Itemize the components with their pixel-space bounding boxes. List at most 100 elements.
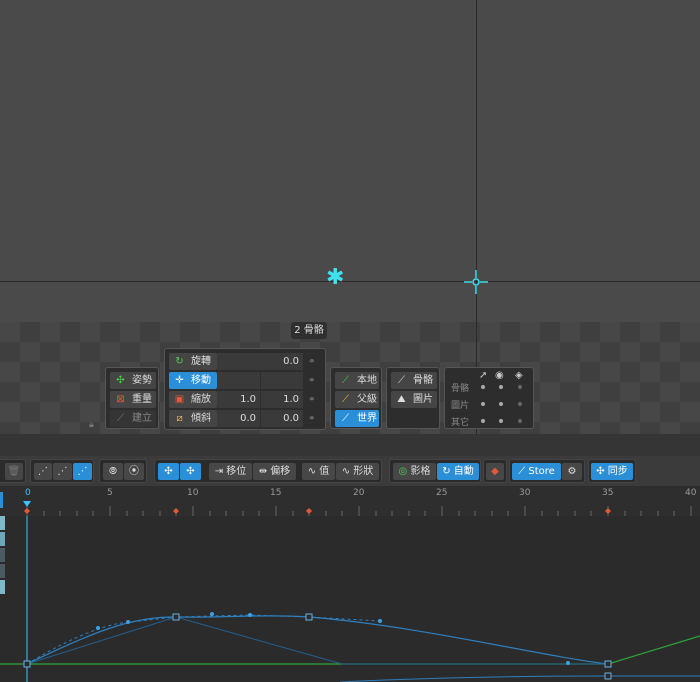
rotate-value-field[interactable]: 0.0 xyxy=(217,353,303,370)
translate-icon: ✛ xyxy=(175,375,184,386)
curve-key xyxy=(604,672,612,680)
world-axes-button[interactable]: ⟋ 世界 xyxy=(335,410,379,427)
select-cursor-icon[interactable]: ➚ xyxy=(479,370,487,381)
blue-curve-bottom xyxy=(339,675,700,682)
rotate-icon: ↻ xyxy=(175,356,184,367)
curve-handle xyxy=(566,661,570,665)
tree-row[interactable] xyxy=(0,564,5,578)
translate-link-icon[interactable]: ⚭ xyxy=(308,376,318,386)
local-axes-button[interactable]: ⟋ 本地 xyxy=(335,372,379,389)
lock-icon[interactable]: 🔒︎ xyxy=(89,420,94,430)
shape-button[interactable]: ∿ 形狀 xyxy=(336,463,379,480)
frame-selected-button[interactable]: ⦿ xyxy=(124,463,144,480)
others-name-toggle[interactable] xyxy=(518,419,522,423)
pose-button[interactable]: ✣ 姿勢 xyxy=(110,372,156,389)
compensate-bones-label: 骨骼 xyxy=(413,375,433,386)
scale-label: 縮放 xyxy=(191,394,211,405)
green-curve xyxy=(0,635,700,665)
visibility-row-images: 圖片 xyxy=(451,401,470,411)
tag-icon[interactable]: ◈ xyxy=(515,370,523,381)
bone-compensate-icon: ⟋ xyxy=(398,375,405,386)
translate-y-field[interactable] xyxy=(261,372,303,389)
shift-button[interactable]: ⇹ 偏移 xyxy=(253,463,296,480)
curve-graph[interactable] xyxy=(0,516,700,682)
ghost-button[interactable]: ◎ 影格 xyxy=(393,463,436,480)
auto-label: 自動 xyxy=(453,466,474,477)
bones-select-toggle[interactable] xyxy=(481,385,485,389)
curve-key xyxy=(305,613,313,621)
store-button[interactable]: ⟋ Store xyxy=(512,463,561,480)
move-handles-button[interactable]: ✣ xyxy=(180,463,201,480)
shear-label: 傾斜 xyxy=(191,413,211,424)
images-visible-toggle[interactable] xyxy=(499,402,503,406)
curve-handle xyxy=(248,613,252,617)
rotate-button[interactable]: ↻ 旋轉 xyxy=(169,353,217,370)
store-settings-button[interactable]: ⚙︎ xyxy=(562,463,582,480)
tangent-linear-button[interactable]: ⋰ xyxy=(34,463,52,480)
local-axes-label: 本地 xyxy=(357,375,377,386)
offset-icon: ⇥ xyxy=(214,466,224,477)
compensate-bones-button[interactable]: ⟋ 骨骼 xyxy=(391,372,437,389)
parent-axes-label: 父級 xyxy=(357,394,377,405)
tree-row[interactable] xyxy=(0,548,5,562)
shear-y-field[interactable]: 0.0 xyxy=(261,410,303,427)
timeline-ruler[interactable]: 0 5 10 15 20 25 30 35 40 xyxy=(0,486,700,516)
shear-link-icon[interactable]: ⚭ xyxy=(308,414,318,424)
create-button[interactable]: ⟋ 建立 xyxy=(110,410,156,427)
parent-axes-button[interactable]: ⟋ 父級 xyxy=(335,391,379,408)
bone-origin-icon[interactable]: ✱ xyxy=(326,267,344,289)
images-name-toggle[interactable] xyxy=(518,402,522,406)
tree-row[interactable] xyxy=(0,580,5,594)
offset-button[interactable]: ⇥ 移位 xyxy=(209,463,252,480)
create-icon: ⟋ xyxy=(117,413,124,424)
root-crosshair-icon[interactable] xyxy=(462,268,490,296)
tangent-bezier-button[interactable]: ⋰ xyxy=(73,463,92,480)
others-visible-toggle[interactable] xyxy=(499,419,503,423)
zoom-group: ⦾ ⦿ xyxy=(99,459,147,483)
curve-handle xyxy=(96,626,100,630)
compensate-images-button[interactable]: ⛰ 圖片 xyxy=(391,391,437,408)
bones-name-toggle[interactable] xyxy=(518,385,522,389)
edit-mode-group: ✣ ✣ ⇥ 移位 ⇹ 偏移 ∿ 值 ∿ 形狀 xyxy=(154,459,382,483)
move-keys-button[interactable]: ✣ xyxy=(158,463,179,480)
tree-sidebar xyxy=(0,516,5,682)
viewport[interactable]: ✱ 2 骨骼 🔒︎ ✣ 姿勢 ⊠ 重量 ⟋ 建立 ↻ 旋轉 0.0 ⚭ ✛ 移動… xyxy=(0,0,700,434)
delete-key-button[interactable]: 🗑︎ xyxy=(5,463,23,480)
bones-visible-toggle[interactable] xyxy=(499,385,503,389)
others-select-toggle[interactable] xyxy=(481,419,485,423)
shear-button[interactable]: ⧄ 傾斜 xyxy=(169,410,217,427)
store-icon: ⟋ xyxy=(518,466,526,477)
translate-x-field[interactable] xyxy=(217,372,260,389)
shear-x-field[interactable]: 0.0 xyxy=(217,410,260,427)
curve-handle xyxy=(210,612,214,616)
scale-y-field[interactable]: 1.0 xyxy=(261,391,303,408)
ruler-ticks xyxy=(23,501,692,516)
scale-button[interactable]: ▣ 縮放 xyxy=(169,391,217,408)
eye-icon[interactable]: ◉ xyxy=(495,370,504,381)
rotate-link-icon[interactable]: ⚭ xyxy=(308,357,318,367)
tree-row[interactable] xyxy=(0,516,5,530)
frame-all-button[interactable]: ⦾ xyxy=(103,463,123,480)
value-button[interactable]: ∿ 值 xyxy=(302,463,335,480)
auto-button[interactable]: ↻ 自動 xyxy=(437,463,479,480)
compensate-images-label: 圖片 xyxy=(413,394,433,405)
curve-handle xyxy=(126,620,130,624)
tree-row[interactable] xyxy=(0,532,5,546)
create-label: 建立 xyxy=(132,413,152,424)
translate-button[interactable]: ✛ 移動 xyxy=(169,372,217,389)
tangent-stepped-button[interactable]: ⋰ xyxy=(53,463,72,480)
key-group: ◆ xyxy=(483,459,507,483)
auto-icon: ↻ xyxy=(442,466,451,477)
world-axes-label: 世界 xyxy=(357,413,377,424)
axes-panel: ⟋ 本地 ⟋ 父級 ⟋ 世界 xyxy=(330,367,382,429)
scale-icon: ▣ xyxy=(174,394,185,405)
weights-button[interactable]: ⊠ 重量 xyxy=(110,391,156,408)
sync-button[interactable]: ✣ 同步 xyxy=(591,463,633,480)
scale-link-icon[interactable]: ⚭ xyxy=(308,395,318,405)
images-select-toggle[interactable] xyxy=(481,402,485,406)
weights-icon: ⊠ xyxy=(116,394,125,405)
world-axes-icon: ⟋ xyxy=(342,413,349,424)
scale-x-field[interactable]: 1.0 xyxy=(217,391,260,408)
record-key-button[interactable]: ◆ xyxy=(486,463,504,480)
key-marker xyxy=(605,508,611,514)
